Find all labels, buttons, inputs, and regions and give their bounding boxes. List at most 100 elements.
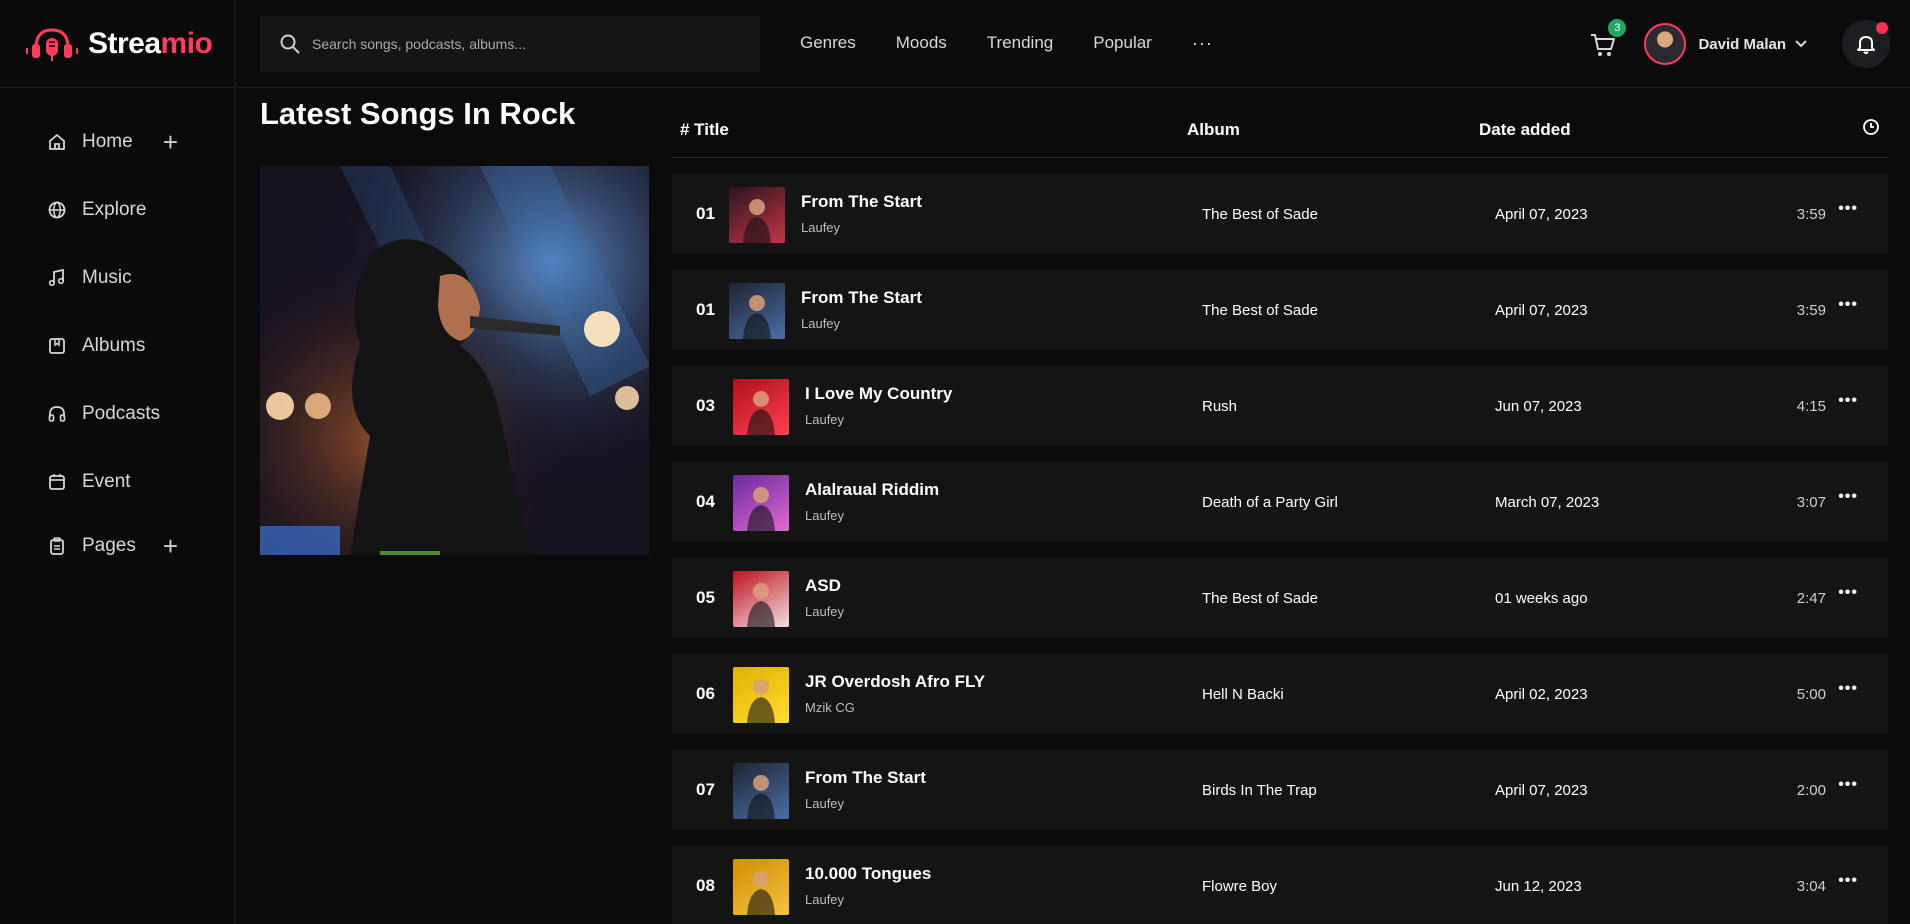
sidebar-item-music[interactable]: Music — [0, 244, 234, 312]
expand-plus-icon[interactable]: + — [163, 533, 178, 559]
song-date-added: April 07, 2023 — [1495, 302, 1588, 319]
song-album[interactable]: Rush — [1202, 398, 1237, 415]
song-row[interactable]: 01 From The Start Laufey The Best of Sade Ap… — [672, 270, 1888, 350]
album-cover-thumbnail[interactable] — [733, 859, 789, 915]
song-title[interactable]: ASD — [805, 576, 841, 596]
sidebar-item-pages[interactable]: Pages + — [0, 512, 234, 580]
song-artist[interactable]: Laufey — [805, 508, 844, 523]
song-album[interactable]: Birds In The Trap — [1202, 782, 1317, 799]
track-number: 05 — [696, 588, 715, 607]
song-album[interactable]: The Best of Sade — [1202, 302, 1318, 319]
sidebar: Streamio Home + Explore Music Albums Podcasts… — [0, 0, 235, 924]
song-title[interactable]: Alalraual Riddim — [805, 480, 939, 500]
globe-icon — [46, 199, 68, 221]
song-row[interactable]: 04 Alalraual Riddim Laufey Death of a Party… — [672, 462, 1888, 542]
album-cover-thumbnail[interactable] — [729, 283, 785, 339]
song-album[interactable]: The Best of Sade — [1202, 590, 1318, 607]
more-options-icon[interactable]: ••• — [1838, 200, 1858, 218]
song-duration: 3:04 — [1796, 878, 1826, 895]
brand-part2: mio — [160, 26, 213, 60]
song-album[interactable]: Hell N Backi — [1202, 686, 1284, 703]
sidebar-item-home[interactable]: Home + — [0, 108, 234, 176]
sidebar-item-event[interactable]: Event — [0, 448, 234, 516]
song-title[interactable]: From The Start — [801, 192, 922, 212]
song-row[interactable]: 05 ASD Laufey The Best of Sade 01 weeks ago 2… — [672, 558, 1888, 638]
song-artist[interactable]: Laufey — [801, 220, 840, 235]
brand-name: Streamio — [88, 26, 213, 61]
song-row[interactable]: 06 JR Overdosh Afro FLY Mzik CG Hell N Back… — [672, 654, 1888, 734]
song-album[interactable]: Flowre Boy — [1202, 878, 1277, 895]
hero-image — [260, 166, 649, 555]
song-title[interactable]: I Love My Country — [805, 384, 952, 404]
more-options-icon[interactable]: ••• — [1838, 680, 1858, 698]
song-title[interactable]: JR Overdosh Afro FLY — [805, 672, 985, 692]
col-date-added[interactable]: Date added — [1479, 120, 1571, 140]
album-cover-thumbnail[interactable] — [733, 667, 789, 723]
song-artist[interactable]: Mzik CG — [805, 700, 855, 715]
song-artist[interactable]: Laufey — [805, 412, 844, 427]
more-options-icon[interactable]: ••• — [1838, 776, 1858, 794]
search-input[interactable] — [312, 35, 752, 52]
more-options-icon[interactable]: ••• — [1838, 392, 1858, 410]
more-nav-button[interactable]: ··· — [1192, 33, 1213, 54]
home-icon — [46, 131, 68, 153]
top-nav: Genres Moods Trending Popular ··· — [800, 33, 1213, 54]
song-row[interactable]: 01 From The Start Laufey The Best of Sade Ap… — [672, 174, 1888, 254]
song-artist[interactable]: Laufey — [805, 892, 844, 907]
logo[interactable]: Streamio — [0, 0, 234, 88]
chevron-down-icon[interactable] — [1794, 39, 1808, 49]
song-duration: 4:15 — [1796, 398, 1826, 415]
album-cover-thumbnail[interactable] — [733, 475, 789, 531]
sidebar-item-label: Home — [82, 131, 133, 152]
col-title[interactable]: # Title — [680, 120, 729, 140]
album-icon — [46, 335, 68, 357]
user-name[interactable]: David Malan — [1698, 36, 1786, 53]
top-header: Genres Moods Trending Popular ··· 3 Davi… — [236, 0, 1910, 88]
more-options-icon[interactable]: ••• — [1838, 584, 1858, 602]
sidebar-item-label: Event — [82, 471, 131, 492]
nav-moods[interactable]: Moods — [896, 33, 947, 54]
sidebar-item-albums[interactable]: Albums — [0, 312, 234, 380]
sidebar-item-podcasts[interactable]: Podcasts — [0, 380, 234, 448]
song-duration: 3:07 — [1796, 494, 1826, 511]
songs-list: 01 From The Start Laufey The Best of Sade Ap… — [672, 174, 1888, 924]
song-date-added: April 02, 2023 — [1495, 686, 1588, 703]
song-date-added: March 07, 2023 — [1495, 494, 1600, 511]
nav-popular[interactable]: Popular — [1093, 33, 1152, 54]
music-note-icon — [46, 267, 68, 289]
song-title[interactable]: From The Start — [801, 288, 922, 308]
album-cover-thumbnail[interactable] — [733, 571, 789, 627]
song-title[interactable]: From The Start — [805, 768, 926, 788]
sidebar-item-explore[interactable]: Explore — [0, 176, 234, 244]
song-artist[interactable]: Laufey — [801, 316, 840, 331]
song-duration: 3:59 — [1796, 206, 1826, 223]
song-title[interactable]: 10.000 Tongues — [805, 864, 931, 884]
album-cover-thumbnail[interactable] — [733, 763, 789, 819]
song-artist[interactable]: Laufey — [805, 796, 844, 811]
clock-icon[interactable] — [1862, 118, 1880, 141]
song-row[interactable]: 08 10.000 Tongues Laufey Flowre Boy Jun 12, … — [672, 846, 1888, 924]
album-cover-thumbnail[interactable] — [733, 379, 789, 435]
more-options-icon[interactable]: ••• — [1838, 296, 1858, 314]
song-row[interactable]: 07 From The Start Laufey Birds In The Trap A… — [672, 750, 1888, 830]
col-album[interactable]: Album — [1187, 120, 1240, 140]
track-number: 04 — [696, 492, 715, 511]
song-duration: 2:47 — [1796, 590, 1826, 607]
cart-button[interactable]: 3 — [1588, 19, 1627, 59]
expand-plus-icon[interactable]: + — [163, 129, 178, 155]
more-options-icon[interactable]: ••• — [1838, 872, 1858, 890]
track-number: 08 — [696, 876, 715, 895]
song-artist[interactable]: Laufey — [805, 604, 844, 619]
notifications-button[interactable] — [1842, 20, 1890, 68]
song-album[interactable]: The Best of Sade — [1202, 206, 1318, 223]
song-album[interactable]: Death of a Party Girl — [1202, 494, 1338, 511]
page-title: Latest Songs In Rock — [260, 96, 576, 131]
album-cover-thumbnail[interactable] — [729, 187, 785, 243]
more-options-icon[interactable]: ••• — [1838, 488, 1858, 506]
nav-genres[interactable]: Genres — [800, 33, 856, 54]
nav-trending[interactable]: Trending — [987, 33, 1053, 54]
track-number: 01 — [696, 204, 715, 223]
search-bar[interactable] — [260, 15, 760, 72]
user-avatar[interactable] — [1644, 23, 1687, 65]
song-row[interactable]: 03 I Love My Country Laufey Rush Jun 07, 202… — [672, 366, 1888, 446]
